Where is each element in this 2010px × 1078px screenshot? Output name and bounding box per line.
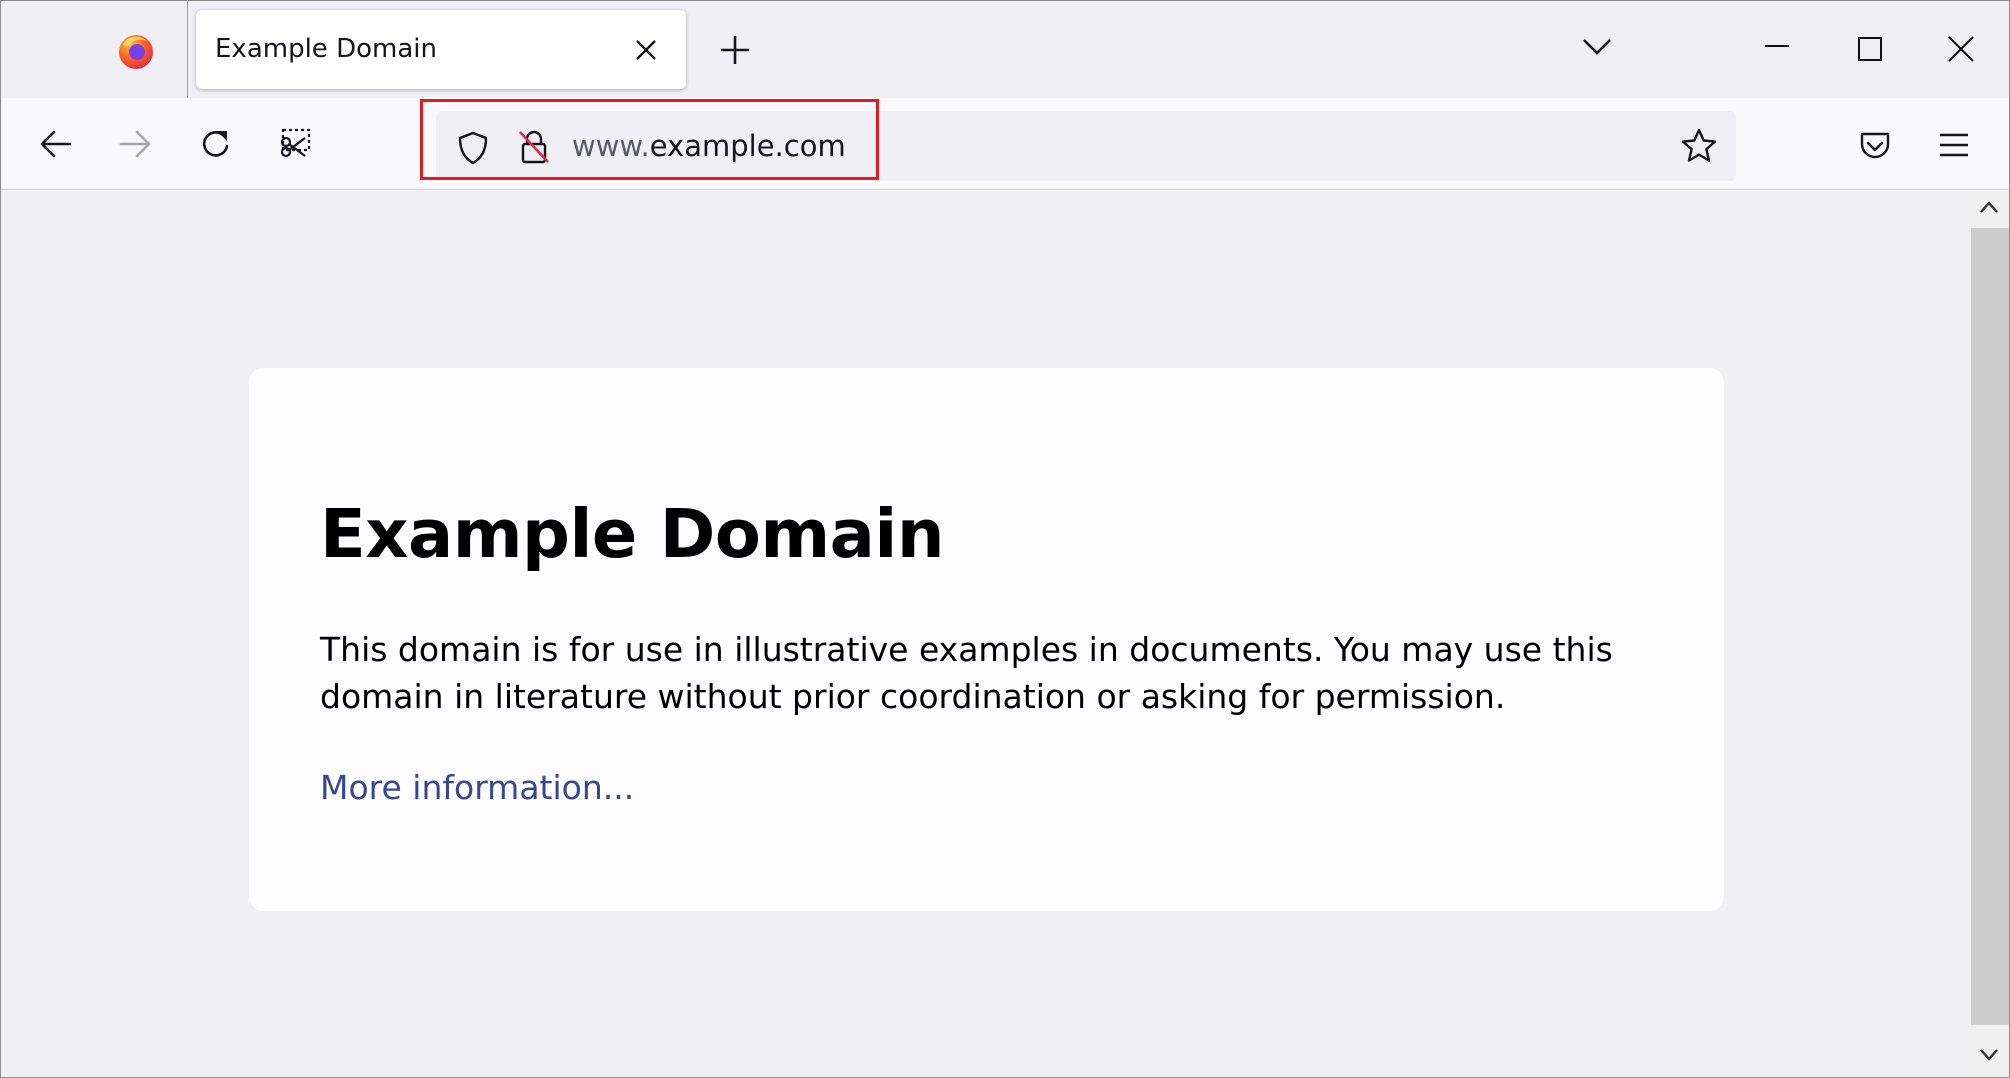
tab-close-icon[interactable]: [633, 37, 659, 63]
scrollbar-thumb[interactable]: [1971, 228, 2009, 1025]
tab-strip: Example Domain: [1, 1, 2009, 98]
scroll-up-arrow-icon[interactable]: [1978, 198, 2000, 216]
page-viewport: Example Domain This domain is for use in…: [1, 190, 1970, 1077]
page-heading: Example Domain: [320, 495, 945, 573]
page-paragraph: This domain is for use in illustrative e…: [320, 630, 1613, 716]
bookmark-star-icon[interactable]: [1680, 127, 1718, 165]
reload-icon[interactable]: [198, 126, 234, 162]
content-card: Example Domain This domain is for use in…: [249, 368, 1724, 911]
vertical-scrollbar[interactable]: [1970, 190, 2009, 1077]
screenshot-icon[interactable]: [277, 126, 313, 162]
window-maximize-icon[interactable]: [1856, 35, 1884, 63]
window-close-icon[interactable]: [1946, 34, 1976, 64]
pocket-icon[interactable]: [1857, 128, 1893, 164]
tab-title: Example Domain: [215, 34, 437, 64]
url-highlight-box: [420, 99, 879, 180]
more-information-link[interactable]: More information...: [320, 768, 634, 807]
back-arrow-icon[interactable]: [38, 126, 74, 162]
tab-separator: [187, 1, 188, 98]
window-minimize-icon[interactable]: [1763, 31, 1791, 61]
navigation-toolbar: www.example.com: [1, 98, 2009, 190]
tab-example-domain[interactable]: Example Domain: [196, 10, 686, 89]
browser-window: Example Domain www.example.com Example D…: [0, 0, 2010, 1078]
tab-list-chevron-down-icon[interactable]: [1581, 36, 1613, 58]
scroll-down-arrow-icon[interactable]: [1978, 1046, 2000, 1064]
new-tab-plus-icon[interactable]: [717, 32, 753, 68]
forward-arrow-icon[interactable]: [117, 126, 153, 162]
firefox-logo-icon: [119, 35, 153, 69]
hamburger-menu-icon[interactable]: [1937, 130, 1971, 160]
